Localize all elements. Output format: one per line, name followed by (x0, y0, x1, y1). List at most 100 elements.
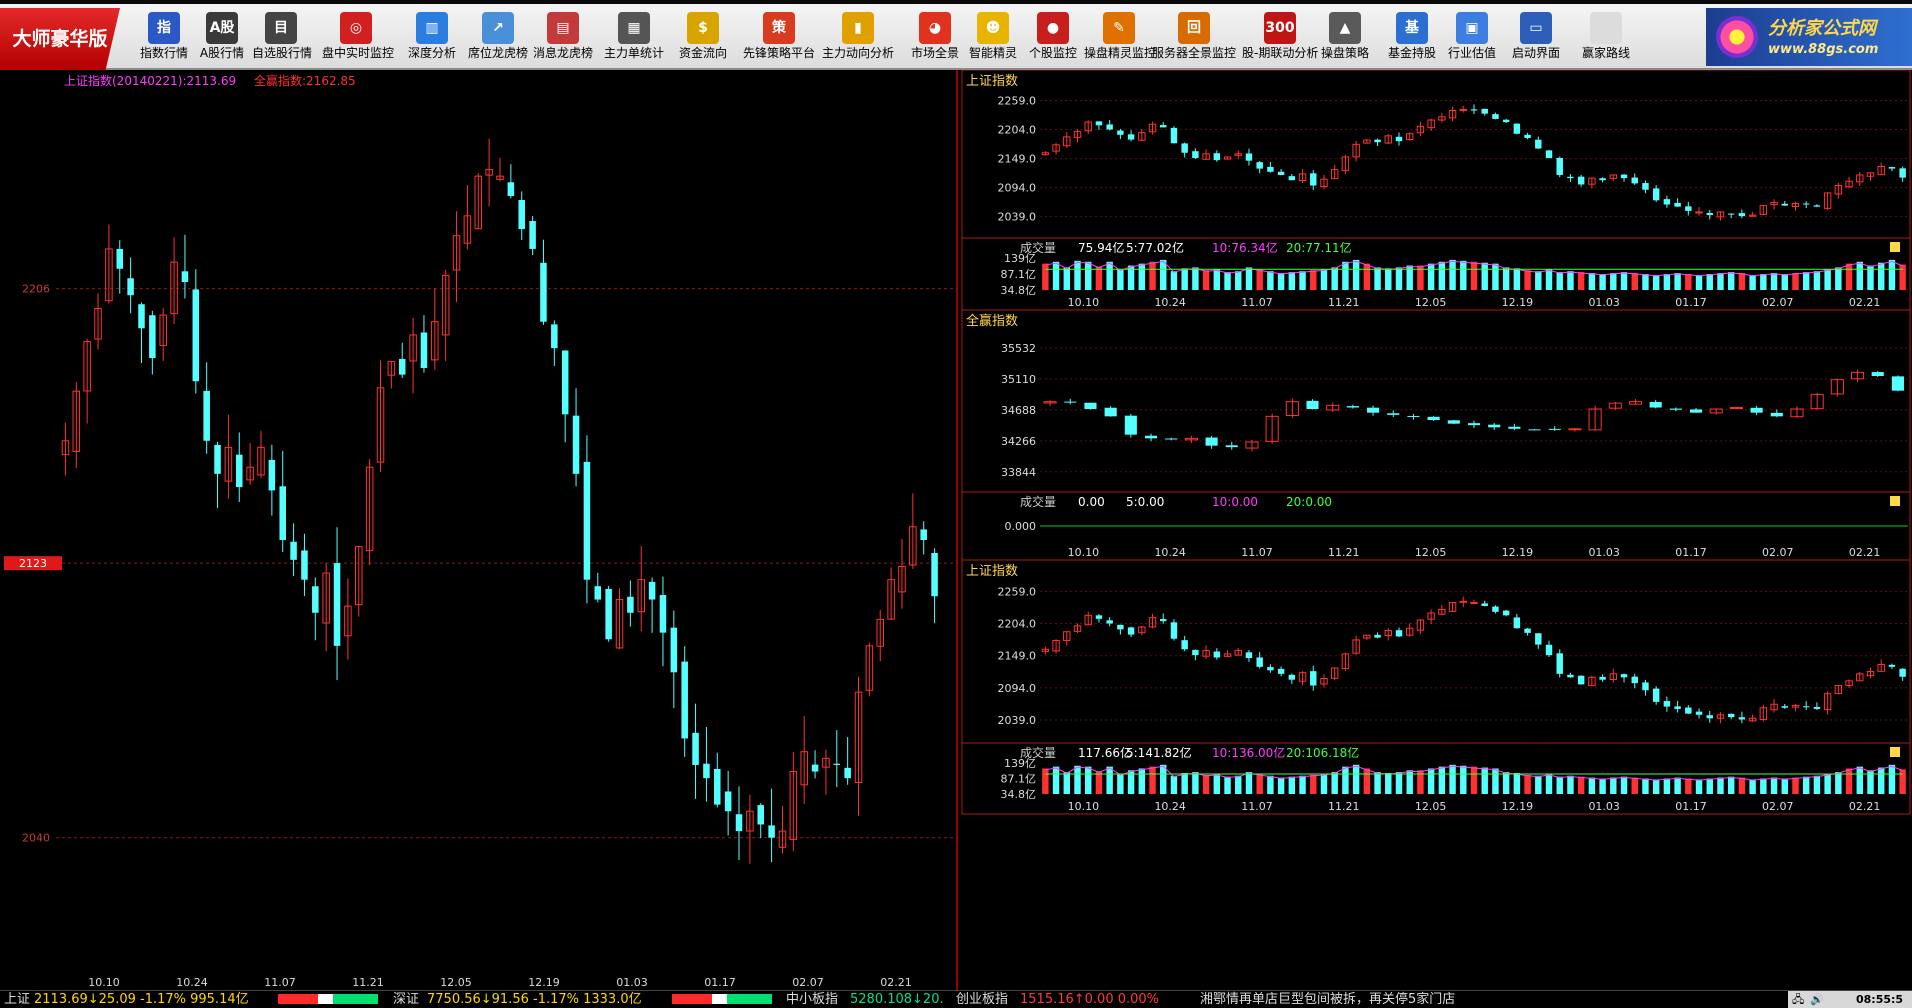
toolbar-button-16[interactable]: 300 股-期联动分析 (1242, 8, 1318, 68)
volume-bar (1877, 767, 1885, 794)
column-chart-icon: ▮ (842, 12, 874, 44)
toolbar-button-3[interactable]: ◎ 盘中实时监控 (322, 8, 394, 68)
date-axis-label: 01.03 (616, 976, 648, 989)
toolbar-button-17[interactable]: ▲ 操盘策略 (1318, 8, 1372, 68)
pane4-candle (1513, 617, 1521, 629)
brand-badge[interactable]: 大师豪华版 (0, 8, 120, 70)
date-axis-label: 01.17 (1675, 296, 1707, 309)
volume-bar (1224, 776, 1231, 794)
pane0-candle (1642, 183, 1649, 190)
volume-bar (1877, 262, 1885, 290)
volume-readout: 0.00 (1078, 495, 1105, 509)
volume-bar (1663, 274, 1671, 290)
toolbar-button-7[interactable]: ▦ 主力单统计 (602, 8, 666, 68)
pane4-candle (1663, 701, 1671, 707)
main-kline-pane[interactable]: 上证指数(20140221):2113.69 全赢指数:2162.85 2206 20… (0, 70, 958, 994)
volume-readout: 75.94亿 (1078, 240, 1124, 255)
toolbar-button-13[interactable]: ● 个股监控 (1028, 8, 1078, 68)
main-candle (203, 390, 210, 441)
pane-title: 全赢指数 (966, 313, 1018, 329)
toolbar-button-15[interactable]: 回服务器全景监控 (1152, 8, 1236, 68)
right-chart-stack[interactable]: 上证指数 2259.0 2204.0 2149.0 2094.0 2039.0 成交量 75.… (960, 69, 1912, 994)
logo-url: www.88gs.com (1768, 42, 1879, 57)
volume-bar (1813, 271, 1821, 290)
volume-bar (1267, 271, 1274, 290)
volume-bar (1288, 272, 1296, 290)
volume-bar (1535, 775, 1542, 794)
toolbar-button-20[interactable]: ▭ 启动界面 (1510, 8, 1562, 68)
toolbar-button-5[interactable]: ↗ 席位龙虎榜 (466, 8, 530, 68)
volume-readout: 5:77.02亿 (1126, 240, 1184, 255)
status-item-3[interactable]: 7750.56↓91.56 -1.17% 1333.0亿 (427, 991, 642, 1008)
volume-bar (1813, 775, 1821, 794)
pane0-candle (1781, 203, 1788, 206)
toolbar-button-12[interactable]: ☻ 智能精灵 (968, 8, 1018, 68)
date-axis-label: 02.07 (1762, 800, 1794, 813)
toolbar-button-label: 赢家路线 (1581, 46, 1630, 60)
volume-bar (1449, 259, 1456, 290)
status-item-5[interactable]: 5280.108↓20. (850, 991, 944, 1008)
pane-axis-label: 87.1亿 (1001, 268, 1037, 281)
volume-bar (1685, 778, 1692, 794)
status-item-4[interactable]: 中小板指 (786, 991, 838, 1008)
date-axis-label: 02.21 (1849, 800, 1881, 813)
status-item-6[interactable]: 创业板指 (956, 991, 1008, 1008)
volume-bar (1170, 271, 1178, 290)
toolbar-button-18[interactable]: 基基金持股 (1386, 8, 1438, 68)
status-item-1[interactable]: 2113.69↓25.09 -1.17% 995.14亿 (34, 991, 249, 1008)
pane4-candle (1727, 713, 1735, 718)
right-chart-stack-svg[interactable]: 上证指数 2259.0 2204.0 2149.0 2094.0 2039.0 成交量 75.… (960, 69, 1912, 990)
toolbar-button-label: 智能精灵 (968, 46, 1017, 60)
status-item-2[interactable]: 深证 (393, 991, 419, 1008)
status-item-7[interactable]: 1515.16↑0.00 0.00% (1020, 991, 1159, 1008)
volume-icon[interactable]: 🔊 (1810, 991, 1824, 1008)
toolbar-button-0[interactable]: 指指数行情 (140, 8, 188, 68)
toolbar-button-6[interactable]: ▤ 消息龙虎榜 (532, 8, 594, 68)
toolbar-button-9[interactable]: 策先锋策略平台 (742, 8, 816, 68)
volume-bar (1556, 272, 1563, 290)
volume-bar (1074, 260, 1081, 290)
network-icon[interactable]: 🖧 (1792, 991, 1804, 1008)
pane0-candle (1288, 176, 1296, 181)
toolbar-button-21[interactable]: 赢家路线 (1578, 8, 1634, 68)
main-candle (605, 588, 612, 640)
toolbar-button-4[interactable]: ▥ 深度分析 (404, 8, 460, 68)
main-candle (703, 763, 710, 779)
volume-bar (1385, 268, 1392, 290)
toolbar-button-label: 市场全景 (910, 46, 959, 60)
pane4-candle (1095, 615, 1103, 619)
main-kline-chart[interactable]: 上证指数(20140221):2113.69 全赢指数:2162.85 2206 20… (0, 70, 958, 990)
date-axis-label: 01.03 (1588, 546, 1620, 559)
volume-bar (1770, 273, 1778, 290)
volume-bar (1267, 775, 1274, 794)
toolbar-button-11[interactable]: ◕ 市场全景 (910, 8, 960, 68)
status-item-8[interactable]: 湘鄂情再单店巨型包间被拆，再关停5家门店 (1200, 991, 1455, 1008)
pane4-candle (1652, 688, 1660, 702)
volume-bar (1235, 775, 1242, 794)
toolbar-button-14[interactable]: ✎ 操盘精灵监控 (1084, 8, 1156, 68)
volume-bar (1835, 772, 1842, 794)
volume-bar (1160, 764, 1167, 794)
system-tray: 🖧 🔊 08:55:5 (1788, 991, 1912, 1008)
pane4-candle (1706, 715, 1713, 719)
volume-bar (1631, 273, 1638, 290)
toolbar-button-10[interactable]: ▮ 主力动向分析 (820, 8, 896, 68)
toolbar-button-8[interactable]: $ 资金流向 (674, 8, 732, 68)
main-candle (844, 767, 851, 779)
pane4-candle (1160, 619, 1167, 622)
volume-bar (1481, 767, 1488, 794)
toolbar-button-label: 主力单统计 (603, 46, 664, 60)
money-bag-icon: $ (687, 12, 719, 44)
pane0-candle (1277, 171, 1285, 175)
main-candle (540, 262, 547, 322)
pane-axis-label: 0.000 (1005, 520, 1037, 533)
toolbar-button-19[interactable]: ▣ 行业估值 (1448, 8, 1496, 68)
pane4-candle (1685, 707, 1692, 714)
status-item-0[interactable]: 上证 (4, 991, 30, 1008)
main-candle (833, 763, 841, 765)
volume-readout: 10:76.34亿 (1212, 240, 1278, 255)
toolbar-button-label: 基金持股 (1387, 46, 1436, 60)
pane4-candle (1502, 610, 1510, 616)
toolbar-button-1[interactable]: A股 A股行情 (198, 8, 246, 68)
toolbar-button-2[interactable]: 目自选股行情 (252, 8, 312, 68)
